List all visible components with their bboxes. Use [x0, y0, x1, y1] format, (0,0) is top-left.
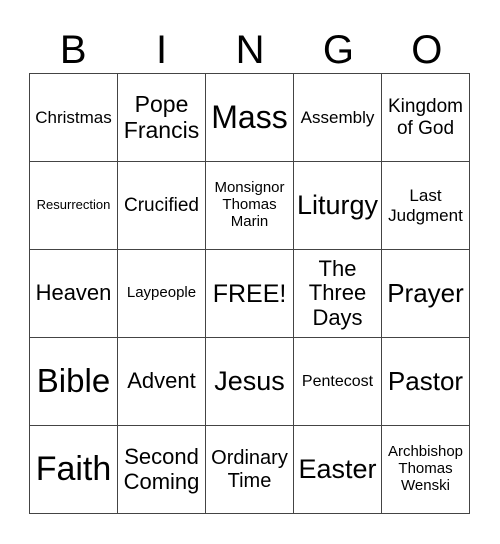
bingo-cell-text: Bible	[36, 362, 111, 400]
bingo-cell[interactable]: Pentecost	[294, 338, 382, 426]
bingo-cell-text: Pentecost	[301, 372, 374, 390]
bingo-cell-text: Jesus	[214, 366, 285, 397]
header-letter-i: I	[156, 28, 168, 72]
bingo-cell-text: Advent	[127, 368, 196, 394]
bingo-cell-text: Second Coming	[123, 443, 200, 494]
bingo-cell-text: Ordinary Time	[211, 447, 288, 492]
free-space-cell[interactable]: FREE!	[206, 250, 294, 338]
bingo-cell[interactable]: Kingdom of God	[382, 74, 470, 162]
bingo-cell-text: Assembly	[300, 107, 375, 127]
bingo-cell-text: Heaven	[35, 280, 112, 306]
header-letter-b: B	[59, 28, 87, 72]
bingo-cell-text: Faith	[35, 450, 112, 489]
header-letter-o: O	[411, 28, 443, 72]
bingo-cell-text: Archbishop Thomas Wenski	[387, 443, 464, 494]
bingo-cell[interactable]: Jesus	[206, 338, 294, 426]
bingo-cell[interactable]: Resurrection	[30, 162, 118, 250]
bingo-cell[interactable]: Crucified	[118, 162, 206, 250]
header-letter-n: N	[235, 28, 265, 72]
bingo-cell[interactable]: Easter	[294, 426, 382, 514]
bingo-cell[interactable]: Heaven	[30, 250, 118, 338]
bingo-cell[interactable]: Assembly	[294, 74, 382, 162]
bingo-cell-text: FREE!	[212, 279, 287, 308]
bingo-cell-text: Monsignor Thomas Marin	[214, 179, 285, 230]
bingo-cell-text: Crucified	[124, 194, 199, 216]
bingo-cell[interactable]: Advent	[118, 338, 206, 426]
bingo-cell[interactable]: Archbishop Thomas Wenski	[382, 426, 470, 514]
bingo-cell[interactable]: The Three Days	[294, 250, 382, 338]
bingo-cell-text: Mass	[211, 98, 288, 135]
bingo-cell-text: Prayer	[387, 277, 464, 308]
bingo-cell-text: Last Judgment	[388, 186, 463, 225]
bingo-cell[interactable]: Bible	[30, 338, 118, 426]
bingo-cell-text: The Three Days	[308, 255, 367, 330]
bingo-cell-text: Pope Francis	[123, 90, 200, 143]
bingo-cell[interactable]: Ordinary Time	[206, 426, 294, 514]
bingo-cell-text: Christmas	[35, 107, 112, 127]
bingo-header: B I N G O	[29, 28, 471, 72]
bingo-grid: Christmas Pope Francis Mass Assembly Kingdom…	[29, 73, 470, 514]
bingo-cell[interactable]: Pope Francis	[118, 74, 206, 162]
bingo-cell[interactable]: Prayer	[382, 250, 470, 338]
bingo-cell[interactable]: Faith	[30, 426, 118, 514]
bingo-cell-text: Pastor	[387, 365, 464, 396]
bingo-cell[interactable]: Laypeople	[118, 250, 206, 338]
bingo-cell[interactable]: Second Coming	[118, 426, 206, 514]
bingo-cell-text: Liturgy	[296, 190, 379, 221]
header-letter-g: G	[322, 28, 354, 72]
bingo-cell-text: Resurrection	[36, 197, 111, 213]
bingo-cell-text: Kingdom of God	[388, 96, 463, 139]
bingo-cell-text: Laypeople	[126, 284, 197, 302]
bingo-cell[interactable]: Christmas	[30, 74, 118, 162]
bingo-cell[interactable]: Monsignor Thomas Marin	[206, 162, 294, 250]
bingo-cell[interactable]: Liturgy	[294, 162, 382, 250]
bingo-cell[interactable]: Mass	[206, 74, 294, 162]
bingo-cell[interactable]: Last Judgment	[382, 162, 470, 250]
bingo-cell-text: Easter	[298, 454, 377, 485]
bingo-cell[interactable]: Pastor	[382, 338, 470, 426]
